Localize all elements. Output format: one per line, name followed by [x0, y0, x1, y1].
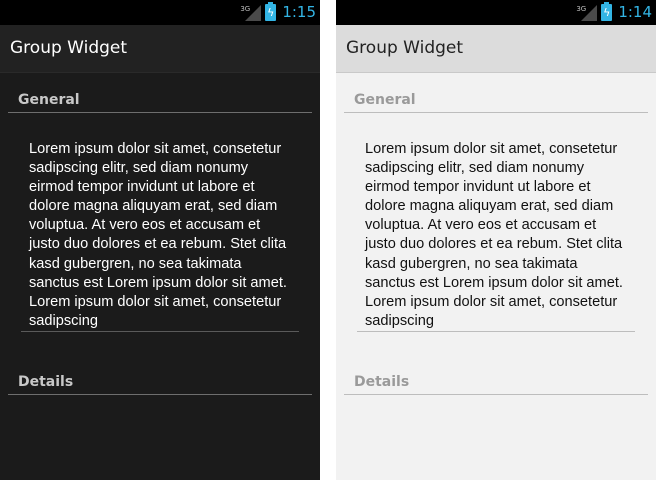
multiline-text-field[interactable]: Lorem ipsum dolor sit amet, consetetur s… — [357, 136, 635, 332]
status-clock: 1:14 — [618, 3, 652, 21]
phone-screen-light: 3G ϟ 1:14 Group Widget General Lorem ips… — [336, 0, 656, 480]
section-header-label: Details — [354, 374, 410, 390]
multiline-text-field[interactable]: Lorem ipsum dolor sit amet, consetetur s… — [21, 136, 299, 332]
signal-icon: 3G — [240, 4, 262, 21]
section-header-details: Details — [8, 358, 312, 395]
app-title: Group Widget — [10, 38, 128, 58]
section-header-general: General — [8, 76, 312, 113]
status-bar: 3G ϟ 1:14 — [336, 0, 656, 25]
status-clock: 1:15 — [282, 3, 316, 21]
signal-icon: 3G — [576, 4, 598, 21]
section-header-label: General — [354, 92, 416, 108]
app-title: Group Widget — [346, 38, 464, 58]
battery-charging-icon: ϟ — [601, 2, 613, 21]
section-header-label: Details — [18, 374, 74, 390]
section-header-general: General — [344, 76, 648, 113]
status-bar: 3G ϟ 1:15 — [0, 0, 320, 25]
action-bar: Group Widget — [0, 25, 320, 73]
status-icons: 3G ϟ 1:15 — [240, 0, 316, 25]
status-icons: 3G ϟ 1:14 — [576, 0, 652, 25]
section-header-details: Details — [344, 358, 648, 395]
battery-charging-icon: ϟ — [265, 2, 277, 21]
section-header-label: General — [18, 92, 80, 108]
phone-screen-dark: 3G ϟ 1:15 Group Widget General Lorem ips… — [0, 0, 320, 480]
action-bar: Group Widget — [336, 25, 656, 73]
